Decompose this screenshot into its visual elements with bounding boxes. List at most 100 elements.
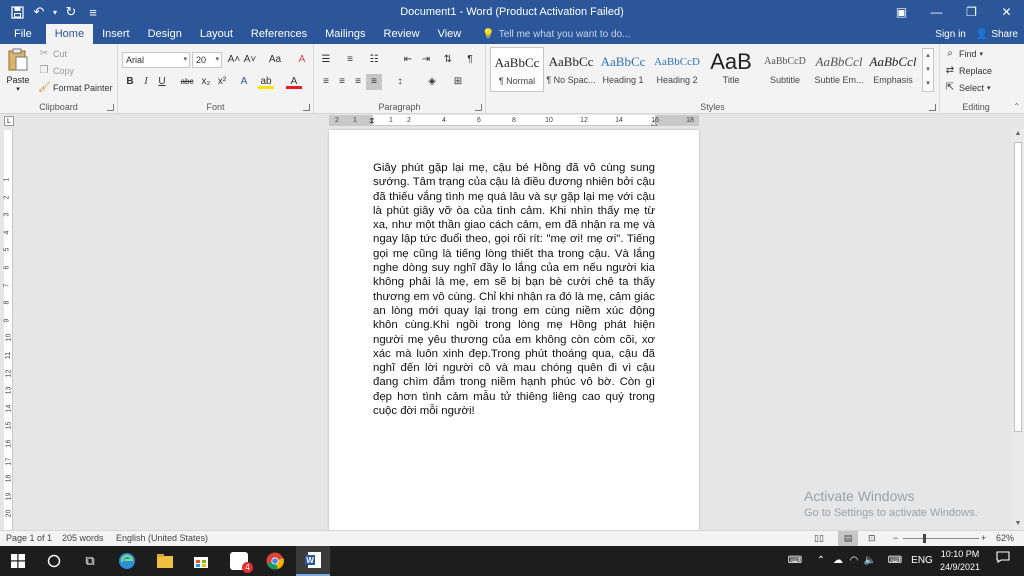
- clipboard-launcher-icon[interactable]: [107, 104, 114, 111]
- redo-icon[interactable]: ↻: [60, 1, 82, 23]
- paragraph-launcher-icon[interactable]: [475, 104, 482, 111]
- language-status[interactable]: English (United States): [116, 531, 208, 546]
- print-layout-icon[interactable]: ▤: [838, 531, 858, 546]
- horizontal-ruler[interactable]: 2 1 1 2 4 6 8 10 12 14 16 18 ⧗ △: [329, 115, 699, 127]
- format-painter-button[interactable]: 🖌 Format Painter: [38, 82, 113, 94]
- font-name-combo[interactable]: Arial ▾: [122, 52, 190, 68]
- replace-button[interactable]: ⇄ Replace: [944, 65, 992, 77]
- cloud-icon[interactable]: ☁: [830, 546, 846, 576]
- sort-icon[interactable]: ⇅: [440, 52, 456, 68]
- indent-marker-icon[interactable]: ⧗: [369, 115, 375, 126]
- highlight-button[interactable]: ab: [258, 74, 274, 89]
- save-icon[interactable]: [6, 1, 28, 23]
- pilcrow-icon[interactable]: ¶: [462, 52, 478, 68]
- undo-icon[interactable]: ↶: [28, 1, 50, 23]
- style-subtitle[interactable]: AaBbCcD Subtitle: [758, 47, 812, 92]
- text-effects-button[interactable]: A: [236, 74, 252, 90]
- tab-selector-icon[interactable]: L: [4, 116, 14, 126]
- shrink-font-button[interactable]: A˅: [242, 52, 258, 68]
- paste-button[interactable]: Paste ▾: [4, 48, 32, 96]
- borders-icon[interactable]: ⊞: [450, 74, 466, 90]
- style-title[interactable]: AaB Title: [704, 47, 758, 92]
- select-button[interactable]: ⇱ Select ▾: [944, 82, 991, 94]
- increase-indent-icon[interactable]: ⇥: [418, 52, 434, 68]
- tab-view[interactable]: View: [429, 24, 471, 44]
- vertical-ruler[interactable]: 1 2 3 4 5 6 7 8 9 10 11 12 13 14 15 16 17 18 19 20: [3, 130, 13, 530]
- input-language[interactable]: ENG: [910, 546, 934, 576]
- zoom-slider[interactable]: [903, 534, 979, 543]
- zoom-out-icon[interactable]: −: [893, 531, 898, 546]
- system-clock[interactable]: 10:10 PM 24/9/2021: [934, 548, 986, 574]
- justify-icon[interactable]: ≡: [366, 74, 382, 90]
- minimize-button[interactable]: —: [919, 0, 954, 24]
- style-heading-1[interactable]: AaBbCc Heading 1: [596, 47, 650, 92]
- multilevel-list-icon[interactable]: ☷: [366, 52, 382, 68]
- share-button[interactable]: 👤 Share: [976, 29, 1018, 40]
- font-color-button[interactable]: A: [286, 74, 302, 89]
- tab-mailings[interactable]: Mailings: [316, 24, 374, 44]
- ribbon-display-options-icon[interactable]: ▣: [884, 0, 919, 24]
- bold-button[interactable]: B: [122, 74, 138, 90]
- styles-launcher-icon[interactable]: [929, 104, 936, 111]
- tab-insert[interactable]: Insert: [93, 24, 139, 44]
- tab-review[interactable]: Review: [375, 24, 429, 44]
- numbering-icon[interactable]: ≡: [342, 52, 358, 68]
- tell-me-box[interactable]: 💡 Tell me what you want to do...: [470, 24, 630, 44]
- style-subtle-emphasis[interactable]: AaBbCcl Subtle Em...: [812, 47, 866, 92]
- grow-font-button[interactable]: A˄: [226, 52, 242, 68]
- bullets-icon[interactable]: ☰: [318, 52, 334, 68]
- italic-button[interactable]: I: [138, 74, 154, 90]
- style-heading-2[interactable]: AaBbCcD Heading 2: [650, 47, 704, 92]
- subscript-button[interactable]: x₂: [198, 74, 214, 90]
- align-left-icon[interactable]: ≡: [318, 74, 334, 90]
- web-layout-icon[interactable]: ⊡: [868, 531, 876, 546]
- notifications-icon[interactable]: [992, 546, 1014, 576]
- tab-file[interactable]: File: [0, 24, 46, 44]
- store-icon[interactable]: [184, 546, 218, 576]
- decrease-indent-icon[interactable]: ⇤: [400, 52, 416, 68]
- tab-home[interactable]: Home: [45, 24, 94, 44]
- chrome-icon[interactable]: [258, 546, 292, 576]
- scroll-up-icon[interactable]: ▲: [1012, 128, 1024, 140]
- keyboard-icon[interactable]: ⌨: [784, 546, 806, 576]
- styles-gallery-scroll[interactable]: ▴ ▾ ▾: [922, 48, 934, 92]
- line-spacing-icon[interactable]: ↕: [392, 74, 408, 90]
- font-size-combo[interactable]: 20 ▾: [192, 52, 222, 68]
- undo-dropdown-icon[interactable]: ▾: [50, 1, 60, 23]
- word-count[interactable]: 205 words: [62, 531, 104, 546]
- tab-design[interactable]: Design: [139, 24, 191, 44]
- document-page[interactable]: Giây phút gặp lại mẹ, cậu bé Hồng đã vô …: [329, 130, 699, 530]
- zoom-slider-thumb[interactable]: [923, 534, 926, 543]
- customize-qat-icon[interactable]: ≡: [82, 1, 104, 23]
- close-button[interactable]: ✕: [989, 0, 1024, 24]
- align-right-icon[interactable]: ≡: [350, 74, 366, 90]
- windows-start-icon[interactable]: [0, 546, 36, 576]
- clear-formatting-icon[interactable]: A: [294, 52, 310, 68]
- copy-button[interactable]: ❐ Copy: [38, 65, 75, 77]
- touch-keyboard-icon[interactable]: ⌨: [884, 546, 906, 576]
- volume-icon[interactable]: 🔈: [862, 546, 878, 576]
- restore-button[interactable]: ❐: [954, 0, 989, 24]
- align-center-icon[interactable]: ≡: [334, 74, 350, 90]
- cut-button[interactable]: ✂ Cut: [38, 48, 67, 60]
- style-no-spacing[interactable]: AaBbCc ¶ No Spac...: [544, 47, 598, 92]
- style-normal[interactable]: AaBbCc ¶ Normal: [490, 47, 544, 92]
- tab-references[interactable]: References: [242, 24, 316, 44]
- document-body-text[interactable]: Giây phút gặp lại mẹ, cậu bé Hồng đã vô …: [373, 161, 655, 418]
- shading-icon[interactable]: ◈: [424, 74, 440, 90]
- underline-button[interactable]: U: [154, 74, 170, 90]
- sign-in-link[interactable]: Sign in: [935, 29, 966, 40]
- wifi-icon[interactable]: ◠: [846, 546, 862, 576]
- style-emphasis[interactable]: AaBbCcl Emphasis: [866, 47, 920, 92]
- mail-app-icon[interactable]: 4: [222, 546, 256, 576]
- edge-icon[interactable]: [110, 546, 144, 576]
- file-explorer-icon[interactable]: [148, 546, 182, 576]
- collapse-ribbon-icon[interactable]: ⌃: [1013, 102, 1020, 111]
- vertical-scrollbar[interactable]: ▲ ▼: [1012, 128, 1024, 530]
- find-button[interactable]: ⌕ Find ▾: [944, 48, 983, 60]
- font-launcher-icon[interactable]: [303, 104, 310, 111]
- task-view-icon[interactable]: ⧉: [74, 546, 106, 576]
- scroll-down-icon[interactable]: ▼: [1012, 518, 1024, 530]
- paste-dropdown-icon[interactable]: ▾: [4, 85, 32, 93]
- chevron-up-icon[interactable]: ⌃: [814, 546, 828, 576]
